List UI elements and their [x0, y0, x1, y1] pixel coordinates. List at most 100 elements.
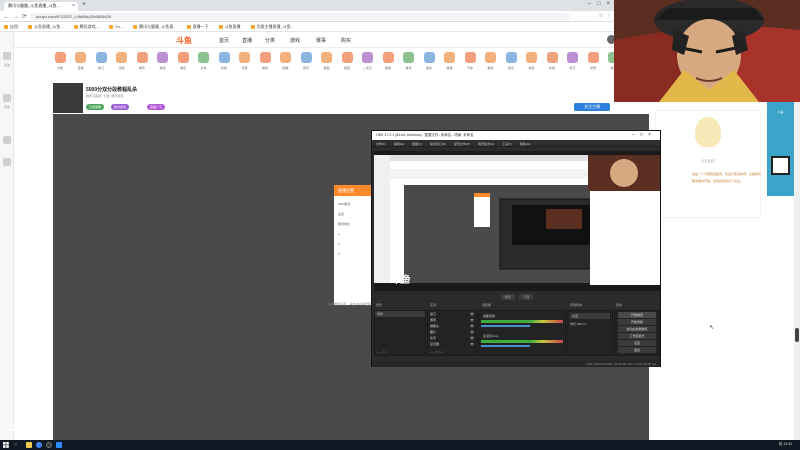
follow-icon[interactable]: [3, 52, 11, 60]
bookmark-item[interactable]: 直播一下: [186, 24, 209, 30]
obs-control-button[interactable]: 设置: [618, 340, 656, 346]
category-item[interactable]: 美食: [419, 52, 439, 70]
category-item[interactable]: 网游: [276, 52, 296, 70]
scroll-thumb[interactable]: [795, 328, 799, 342]
category-item[interactable]: 颜值: [337, 52, 357, 70]
scene-add-remove-icon[interactable]: + – ∧ ∨: [375, 349, 389, 355]
search-icon[interactable]: ○: [14, 442, 17, 448]
ime-indicator[interactable]: 英: [779, 442, 783, 446]
visibility-icon[interactable]: 👁: [470, 324, 474, 328]
chrome-icon[interactable]: [36, 442, 42, 448]
category-item[interactable]: 星秀: [378, 52, 398, 70]
obs-window[interactable]: OBS 27.0.1 (64-bit, windows) - 配置文件: 未命名…: [371, 130, 661, 367]
visibility-icon[interactable]: 👁: [470, 342, 474, 346]
obs-menu-item[interactable]: 帮助(H): [520, 142, 530, 146]
clock[interactable]: 13:40: [783, 442, 792, 446]
stream-badge[interactable]: 直播一下: [147, 104, 166, 110]
obs-window-controls[interactable]: –□×: [632, 132, 656, 138]
message-icon[interactable]: [3, 136, 11, 144]
source-item[interactable]: 显示器 👁: [428, 341, 476, 347]
bookmark-item[interactable]: 斗鱼直播: [218, 24, 241, 30]
category-item[interactable]: 科技: [214, 52, 234, 70]
program-mode-toggle[interactable]: 节目: [519, 294, 534, 300]
streamer-avatar[interactable]: [53, 83, 83, 113]
category-item[interactable]: 电竞: [173, 52, 193, 70]
nav-item-buy[interactable]: 购买: [341, 37, 351, 44]
category-item[interactable]: 综艺: [563, 52, 583, 70]
category-item[interactable]: 二次元: [358, 52, 378, 70]
close-icon[interactable]: ×: [72, 3, 75, 9]
category-item[interactable]: 汽车: [460, 52, 480, 70]
url-input[interactable]: douyu.com/9713237_i=5d56b12b9634629: [30, 13, 570, 20]
bookmark-item[interactable]: 腾讯游戏...: [73, 24, 99, 30]
category-item[interactable]: 情感: [522, 52, 542, 70]
category-item[interactable]: 舞蹈: [317, 52, 337, 70]
file-explorer-icon[interactable]: [26, 442, 32, 448]
obs-control-button[interactable]: 开始推流: [618, 312, 656, 318]
category-item[interactable]: 直播: [71, 52, 91, 70]
category-item[interactable]: 分类: [50, 52, 70, 70]
nav-arrows-icon[interactable]: ←→⟳: [4, 13, 30, 20]
category-item[interactable]: 旅游: [440, 52, 460, 70]
star-icon[interactable]: [3, 158, 11, 166]
visibility-icon[interactable]: 👁: [470, 336, 474, 340]
category-item[interactable]: 纪录: [583, 52, 603, 70]
follow-button[interactable]: 关注主播: [574, 103, 610, 111]
preview-mode-toggle[interactable]: 预览: [500, 294, 515, 300]
stream-badge[interactable]: 腾讯游戏: [111, 104, 130, 110]
history-icon[interactable]: [3, 94, 11, 102]
obs-preview[interactable]: 斗鱼: [374, 151, 660, 291]
bookmark-item[interactable]: 应用: [4, 24, 18, 30]
category-item[interactable]: 热门: [91, 52, 111, 70]
bookmark-item[interactable]: 华夏主播直播_斗鱼...: [250, 24, 294, 30]
system-tray[interactable]: 英 13:40: [779, 442, 792, 447]
source-add-remove-icon[interactable]: + – ⚙ ∧ ∨: [428, 349, 446, 355]
category-item[interactable]: 体育: [399, 52, 419, 70]
stream-badge[interactable]: 王者荣耀: [86, 104, 105, 110]
category-item[interactable]: 户外: [194, 52, 214, 70]
scene-item[interactable]: 场景: [375, 311, 425, 317]
category-item[interactable]: 音乐: [296, 52, 316, 70]
category-item[interactable]: 知识: [501, 52, 521, 70]
nav-item-home[interactable]: 首页: [219, 37, 229, 44]
category-item[interactable]: 手游: [235, 52, 255, 70]
obs-menu-item[interactable]: 配置文件(P): [454, 142, 470, 146]
douyu-logo[interactable]: 斗鱼: [176, 35, 192, 46]
obs-menu-item[interactable]: 场景集合(S): [478, 142, 494, 146]
category-item[interactable]: 活动: [112, 52, 132, 70]
obs-menu-item[interactable]: 视图(V): [412, 142, 422, 146]
bookmark-item[interactable]: "m...: [108, 24, 123, 29]
nav-item-live[interactable]: 直播: [242, 37, 252, 44]
obs-menu-item[interactable]: 文件(F): [376, 142, 386, 146]
window-controls[interactable]: –□×: [588, 1, 616, 7]
category-item[interactable]: 娱乐: [132, 52, 152, 70]
nav-item-games[interactable]: 游戏: [290, 37, 300, 44]
visibility-icon[interactable]: 👁: [470, 318, 474, 322]
volume-slider[interactable]: [481, 345, 531, 347]
ad-banner[interactable]: 斗鱼: [767, 102, 794, 196]
bookmark-item[interactable]: 斗鱼直播_斗鱼...: [28, 24, 64, 30]
obs-menu-item[interactable]: 编辑(E): [394, 142, 404, 146]
obs-menu-item[interactable]: 工具(T): [502, 142, 512, 146]
obs-control-button[interactable]: 开始录制: [618, 319, 656, 325]
category-item[interactable]: 游戏: [153, 52, 173, 70]
obs-control-button[interactable]: 启动虚拟摄像机: [618, 326, 656, 332]
transition-duration[interactable]: 时长 300 ms: [568, 321, 612, 327]
obs-menu-item[interactable]: 停靠窗口(D): [430, 142, 446, 146]
nav-item-category[interactable]: 分类: [265, 37, 275, 44]
bookmark-item[interactable]: 腾讯与霸霸_斗鱼直...: [133, 24, 177, 30]
browser-tab[interactable]: 腾讯与霸霸_斗鱼直播_斗鱼... ×: [4, 2, 78, 11]
visibility-icon[interactable]: 👁: [470, 312, 474, 316]
obs-control-button[interactable]: 退出: [618, 347, 656, 353]
category-item[interactable]: 影视: [542, 52, 562, 70]
new-tab-icon[interactable]: +: [82, 1, 86, 8]
app-icon[interactable]: [56, 442, 62, 448]
windows-start-icon[interactable]: [3, 442, 9, 448]
nav-item-events[interactable]: 赛事: [316, 37, 326, 44]
obs-icon[interactable]: [46, 442, 52, 448]
visibility-icon[interactable]: 👁: [470, 330, 474, 334]
volume-slider[interactable]: [481, 325, 531, 327]
category-item[interactable]: 单机: [255, 52, 275, 70]
obs-control-button[interactable]: 工作室模式: [618, 333, 656, 339]
category-item[interactable]: 数码: [481, 52, 501, 70]
